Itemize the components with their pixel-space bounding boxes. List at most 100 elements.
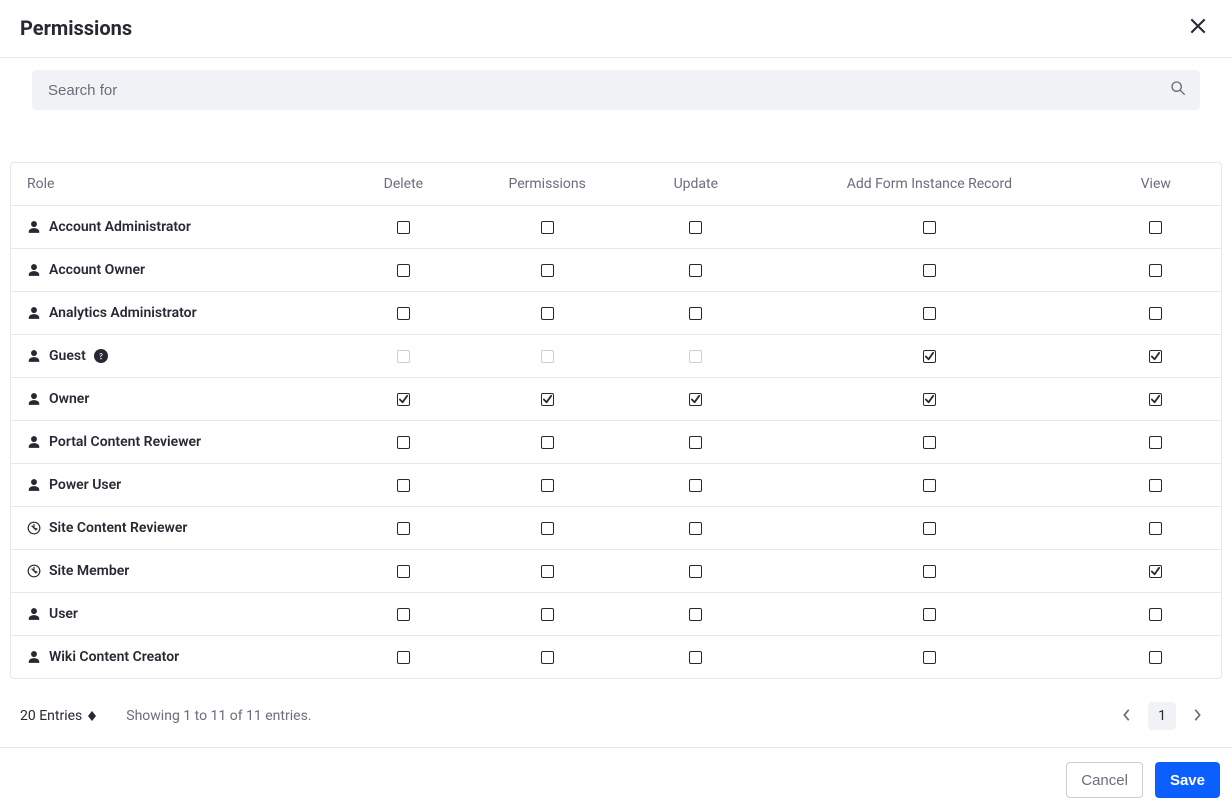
table-row: Account Owner xyxy=(11,249,1221,292)
table-row: Portal Content Reviewer xyxy=(11,421,1221,464)
role-name: Portal Content Reviewer xyxy=(49,434,201,450)
permission-checkbox[interactable] xyxy=(1149,350,1162,363)
showing-text: Showing 1 to 11 of 11 entries. xyxy=(126,708,311,724)
permission-checkbox[interactable] xyxy=(397,436,410,449)
column-header: Add Form Instance Record xyxy=(754,163,1104,206)
prev-page-button[interactable] xyxy=(1112,701,1142,731)
user-icon xyxy=(27,650,41,664)
column-header: Role xyxy=(11,163,350,206)
permission-checkbox[interactable] xyxy=(397,651,410,664)
permission-checkbox[interactable] xyxy=(923,565,936,578)
close-button[interactable] xyxy=(1184,12,1212,43)
permission-checkbox[interactable] xyxy=(923,393,936,406)
sort-icon xyxy=(88,711,96,721)
permission-checkbox[interactable] xyxy=(1149,264,1162,277)
user-icon xyxy=(27,392,41,406)
permission-checkbox xyxy=(541,350,554,363)
permission-checkbox[interactable] xyxy=(923,479,936,492)
permission-checkbox[interactable] xyxy=(689,393,702,406)
permission-checkbox[interactable] xyxy=(1149,651,1162,664)
paginator: 1 xyxy=(1112,701,1212,731)
permission-checkbox[interactable] xyxy=(541,651,554,664)
permission-checkbox[interactable] xyxy=(1149,608,1162,621)
permission-checkbox[interactable] xyxy=(689,307,702,320)
permission-checkbox[interactable] xyxy=(689,221,702,234)
permission-checkbox[interactable] xyxy=(397,264,410,277)
table-row: User xyxy=(11,593,1221,636)
permission-checkbox[interactable] xyxy=(689,608,702,621)
permission-checkbox[interactable] xyxy=(923,608,936,621)
permission-checkbox[interactable] xyxy=(923,522,936,535)
permission-checkbox[interactable] xyxy=(1149,479,1162,492)
role-name: Account Owner xyxy=(49,262,145,278)
permission-checkbox[interactable] xyxy=(923,350,936,363)
table-row: Power User xyxy=(11,464,1221,507)
close-icon xyxy=(1188,16,1208,39)
column-header: Update xyxy=(637,163,754,206)
role-name: Site Content Reviewer xyxy=(49,520,187,536)
table-row: Guest xyxy=(11,335,1221,378)
entries-selector[interactable]: 20 Entries xyxy=(20,708,96,724)
user-icon xyxy=(27,306,41,320)
permission-checkbox[interactable] xyxy=(923,651,936,664)
permission-checkbox[interactable] xyxy=(689,651,702,664)
user-icon xyxy=(27,435,41,449)
permission-checkbox[interactable] xyxy=(541,608,554,621)
role-name: User xyxy=(49,606,78,622)
permission-checkbox[interactable] xyxy=(1149,565,1162,578)
permission-checkbox[interactable] xyxy=(1149,436,1162,449)
search-bar[interactable] xyxy=(32,70,1200,110)
search-input[interactable] xyxy=(46,81,1170,100)
permission-checkbox[interactable] xyxy=(1149,393,1162,406)
permission-checkbox xyxy=(689,350,702,363)
current-page[interactable]: 1 xyxy=(1148,702,1176,730)
permission-checkbox[interactable] xyxy=(1149,221,1162,234)
permission-checkbox[interactable] xyxy=(397,307,410,320)
user-icon xyxy=(27,220,41,234)
role-name: Account Administrator xyxy=(49,219,191,235)
permission-checkbox[interactable] xyxy=(541,393,554,406)
permission-checkbox[interactable] xyxy=(541,221,554,234)
permission-checkbox[interactable] xyxy=(923,307,936,320)
permission-checkbox[interactable] xyxy=(541,307,554,320)
permission-checkbox[interactable] xyxy=(923,436,936,449)
cancel-button[interactable]: Cancel xyxy=(1066,762,1143,798)
permission-checkbox[interactable] xyxy=(541,479,554,492)
permission-checkbox[interactable] xyxy=(689,479,702,492)
permission-checkbox[interactable] xyxy=(541,436,554,449)
table-row: Site Member xyxy=(11,550,1221,593)
site-icon xyxy=(27,564,41,578)
chevron-right-icon xyxy=(1192,708,1202,725)
permission-checkbox[interactable] xyxy=(923,264,936,277)
permission-checkbox[interactable] xyxy=(923,221,936,234)
help-icon[interactable] xyxy=(94,349,108,363)
role-name: Guest xyxy=(49,348,86,364)
role-name: Wiki Content Creator xyxy=(49,649,179,665)
user-icon xyxy=(27,607,41,621)
permission-checkbox[interactable] xyxy=(689,565,702,578)
permission-checkbox[interactable] xyxy=(689,264,702,277)
save-button[interactable]: Save xyxy=(1155,762,1220,798)
user-icon xyxy=(27,478,41,492)
page-title: Permissions xyxy=(20,16,132,40)
role-name: Analytics Administrator xyxy=(49,305,197,321)
permission-checkbox[interactable] xyxy=(541,522,554,535)
chevron-left-icon xyxy=(1122,708,1132,725)
table-row: Wiki Content Creator xyxy=(11,636,1221,679)
table-row: Owner xyxy=(11,378,1221,421)
permission-checkbox[interactable] xyxy=(541,264,554,277)
permission-checkbox[interactable] xyxy=(397,393,410,406)
table-row: Site Content Reviewer xyxy=(11,507,1221,550)
permission-checkbox[interactable] xyxy=(689,436,702,449)
permission-checkbox[interactable] xyxy=(541,565,554,578)
permission-checkbox[interactable] xyxy=(397,565,410,578)
permission-checkbox[interactable] xyxy=(1149,522,1162,535)
permission-checkbox[interactable] xyxy=(397,522,410,535)
permission-checkbox[interactable] xyxy=(689,522,702,535)
permissions-table: RoleDeletePermissionsUpdateAdd Form Inst… xyxy=(11,163,1221,678)
permission-checkbox[interactable] xyxy=(397,608,410,621)
next-page-button[interactable] xyxy=(1182,701,1212,731)
permission-checkbox[interactable] xyxy=(397,221,410,234)
permission-checkbox[interactable] xyxy=(397,479,410,492)
permission-checkbox[interactable] xyxy=(1149,307,1162,320)
